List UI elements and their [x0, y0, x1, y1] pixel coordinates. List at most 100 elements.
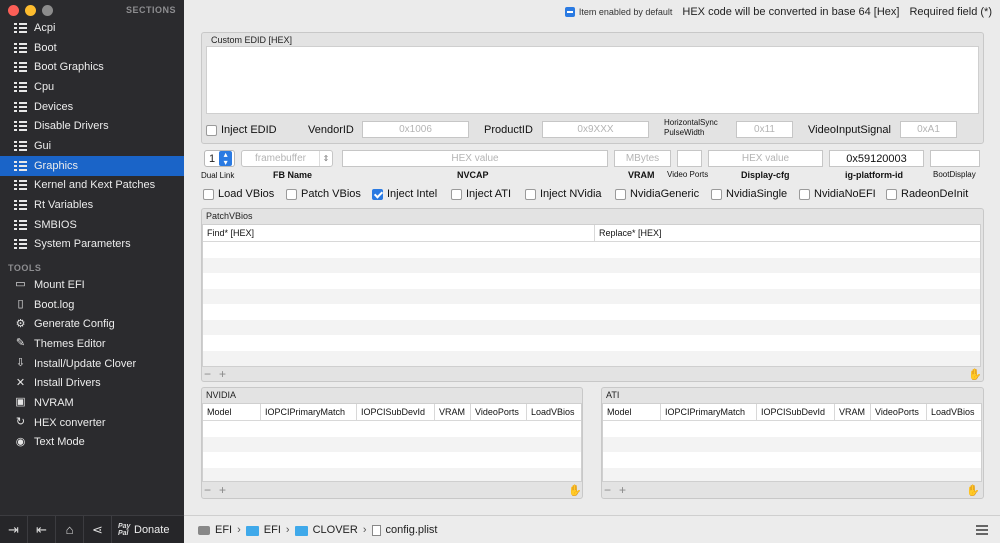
fb-name-combo[interactable]: framebuffer ⇕ [241, 150, 333, 167]
remove-row-button[interactable]: − [204, 483, 211, 497]
nvidia-table[interactable]: Model IOPCIPrimaryMatch IOPCISubDevId VR… [202, 403, 582, 482]
column-header-vram[interactable]: VRAM [435, 404, 471, 420]
tool-label: NVRAM [34, 396, 74, 409]
column-header-loadvbios[interactable]: LoadVBios [927, 404, 981, 420]
path-segment[interactable]: EFI [215, 524, 232, 536]
column-header-iopciprimarymatch[interactable]: IOPCIPrimaryMatch [661, 404, 757, 420]
close-window-button[interactable] [8, 5, 19, 16]
sidebar-item-gui[interactable]: Gui [0, 136, 184, 156]
hsync-label-2: PulseWidth [664, 128, 705, 137]
column-header-model[interactable]: Model [203, 404, 261, 420]
checkbox-box [799, 188, 810, 200]
column-header-videoports[interactable]: VideoPorts [871, 404, 927, 420]
patchvbios-table[interactable]: Find* [HEX] Replace* [HEX] [202, 224, 981, 367]
home-button[interactable]: ⌂ [56, 515, 84, 543]
sidebar-item-graphics[interactable]: Graphics [0, 155, 184, 176]
nvidia-generic-checkbox[interactable]: NvidiaGeneric [615, 188, 699, 200]
sidebar-item-kernel-kext-patches[interactable]: Kernel and Kext Patches [0, 176, 184, 196]
ig-platform-id-input[interactable]: 0x59120003 [829, 150, 924, 167]
tool-nvram[interactable]: ▣ NVRAM [0, 393, 184, 413]
sidebar-item-boot[interactable]: Boot [0, 38, 184, 58]
column-header-iopcisubdevid[interactable]: IOPCISubDevId [357, 404, 435, 420]
column-header-model[interactable]: Model [603, 404, 661, 420]
radeon-deinit-checkbox[interactable]: RadeonDeInit [886, 188, 968, 200]
sidebar-item-acpi[interactable]: Acpi [0, 18, 184, 38]
videoinput-input[interactable]: 0xA1 [900, 121, 957, 138]
sidebar-item-disable-drivers[interactable]: Disable Drivers [0, 116, 184, 136]
inject-ati-checkbox[interactable]: Inject ATI [451, 188, 511, 200]
sidebar-item-smbios[interactable]: SMBIOS [0, 215, 184, 235]
inject-intel-checkbox[interactable]: Inject Intel [372, 188, 437, 200]
column-header-find[interactable]: Find* [HEX] [203, 225, 595, 241]
nvidia-noefi-checkbox[interactable]: NvidiaNoEFI [799, 188, 876, 200]
tool-themes-editor[interactable]: ✎ Themes Editor [0, 334, 184, 354]
column-header-loadvbios[interactable]: LoadVBios [527, 404, 581, 420]
ati-table[interactable]: Model IOPCIPrimaryMatch IOPCISubDevId VR… [602, 403, 982, 482]
product-id-input[interactable]: 0x9XXX [542, 121, 649, 138]
vram-input[interactable]: MBytes [614, 150, 671, 167]
add-row-button[interactable]: + [219, 367, 226, 381]
path-segment[interactable]: config.plist [386, 524, 438, 536]
chevron-updown-icon[interactable]: ⇕ [319, 151, 332, 166]
custom-edid-textarea[interactable] [206, 46, 979, 114]
tool-install-drivers[interactable]: ✕ Install Drivers [0, 373, 184, 393]
tool-generate-config[interactable]: ⚙ Generate Config [0, 314, 184, 334]
column-header-vram[interactable]: VRAM [835, 404, 871, 420]
tool-install-update-clover[interactable]: ⇩ Install/Update Clover [0, 354, 184, 374]
import-button[interactable]: ⇥ [0, 515, 28, 543]
tool-mount-efi[interactable]: ▭ Mount EFI [0, 275, 184, 295]
vendor-id-input[interactable]: 0x1006 [362, 121, 469, 138]
sidebar-item-label: System Parameters [34, 238, 131, 251]
chip-icon: ▣ [15, 396, 26, 409]
table-header: Find* [HEX] Replace* [HEX] [203, 225, 980, 242]
export-button[interactable]: ⇤ [28, 515, 56, 543]
display-cfg-input[interactable]: HEX value [708, 150, 823, 167]
tool-hex-converter[interactable]: ↻ HEX converter [0, 413, 184, 433]
nvidia-single-checkbox[interactable]: NvidiaSingle [711, 188, 787, 200]
remove-row-button[interactable]: − [204, 367, 211, 381]
donate-button[interactable]: Pay Pal Donate [112, 523, 169, 537]
drag-hand-icon[interactable]: ✋ [968, 368, 982, 381]
minimize-window-button[interactable] [25, 5, 36, 16]
sidebar-item-system-parameters[interactable]: System Parameters [0, 235, 184, 255]
add-row-button[interactable]: + [619, 483, 626, 497]
display-cfg-label: Display-cfg [741, 170, 790, 180]
sidebar-item-boot-graphics[interactable]: Boot Graphics [0, 57, 184, 77]
nvcap-input[interactable]: HEX value [342, 150, 608, 167]
drag-hand-icon[interactable]: ✋ [966, 484, 980, 497]
import-icon: ⇥ [8, 521, 19, 537]
hsync-input[interactable]: 0x11 [736, 121, 793, 138]
tool-boot-log[interactable]: ▯ Boot.log [0, 295, 184, 315]
video-ports-input[interactable] [677, 150, 702, 167]
drag-hand-icon[interactable]: ✋ [568, 484, 582, 497]
stepper-arrows-icon[interactable]: ▴ ▾ [219, 150, 233, 166]
share-button[interactable]: ⋖ [84, 515, 112, 543]
eye-icon: ◉ [15, 435, 26, 448]
load-vbios-checkbox[interactable]: Load VBios [203, 188, 274, 200]
column-header-iopciprimarymatch[interactable]: IOPCIPrimaryMatch [261, 404, 357, 420]
add-row-button[interactable]: + [219, 483, 226, 497]
brush-icon: ✎ [15, 337, 26, 350]
gears-icon: ⚙ [15, 317, 26, 330]
path-segment[interactable]: EFI [264, 524, 281, 536]
column-header-replace[interactable]: Replace* [HEX] [595, 225, 980, 241]
zoom-window-button[interactable] [42, 5, 53, 16]
sidebar-item-rt-variables[interactable]: Rt Variables [0, 195, 184, 215]
column-header-videoports[interactable]: VideoPorts [471, 404, 527, 420]
inject-edid-checkbox[interactable]: Inject EDID [206, 124, 277, 136]
boot-display-input[interactable] [930, 150, 980, 167]
sidebar-item-label: Boot [34, 41, 57, 54]
sidebar-item-cpu[interactable]: Cpu [0, 77, 184, 97]
remove-row-button[interactable]: − [604, 483, 611, 497]
column-header-iopcisubdevid[interactable]: IOPCISubDevId [757, 404, 835, 420]
vram-label: VRAM [628, 170, 655, 180]
hamburger-menu-icon[interactable] [976, 525, 988, 535]
list-icon [14, 62, 27, 73]
dual-link-stepper[interactable]: 1 ▴ ▾ [204, 150, 235, 167]
sidebar-item-devices[interactable]: Devices [0, 97, 184, 117]
inject-nvidia-checkbox[interactable]: Inject NVidia [525, 188, 602, 200]
tool-text-mode[interactable]: ◉ Text Mode [0, 433, 184, 453]
patch-vbios-checkbox[interactable]: Patch VBios [286, 188, 361, 200]
path-segment[interactable]: CLOVER [313, 524, 358, 536]
table-row [203, 350, 980, 366]
